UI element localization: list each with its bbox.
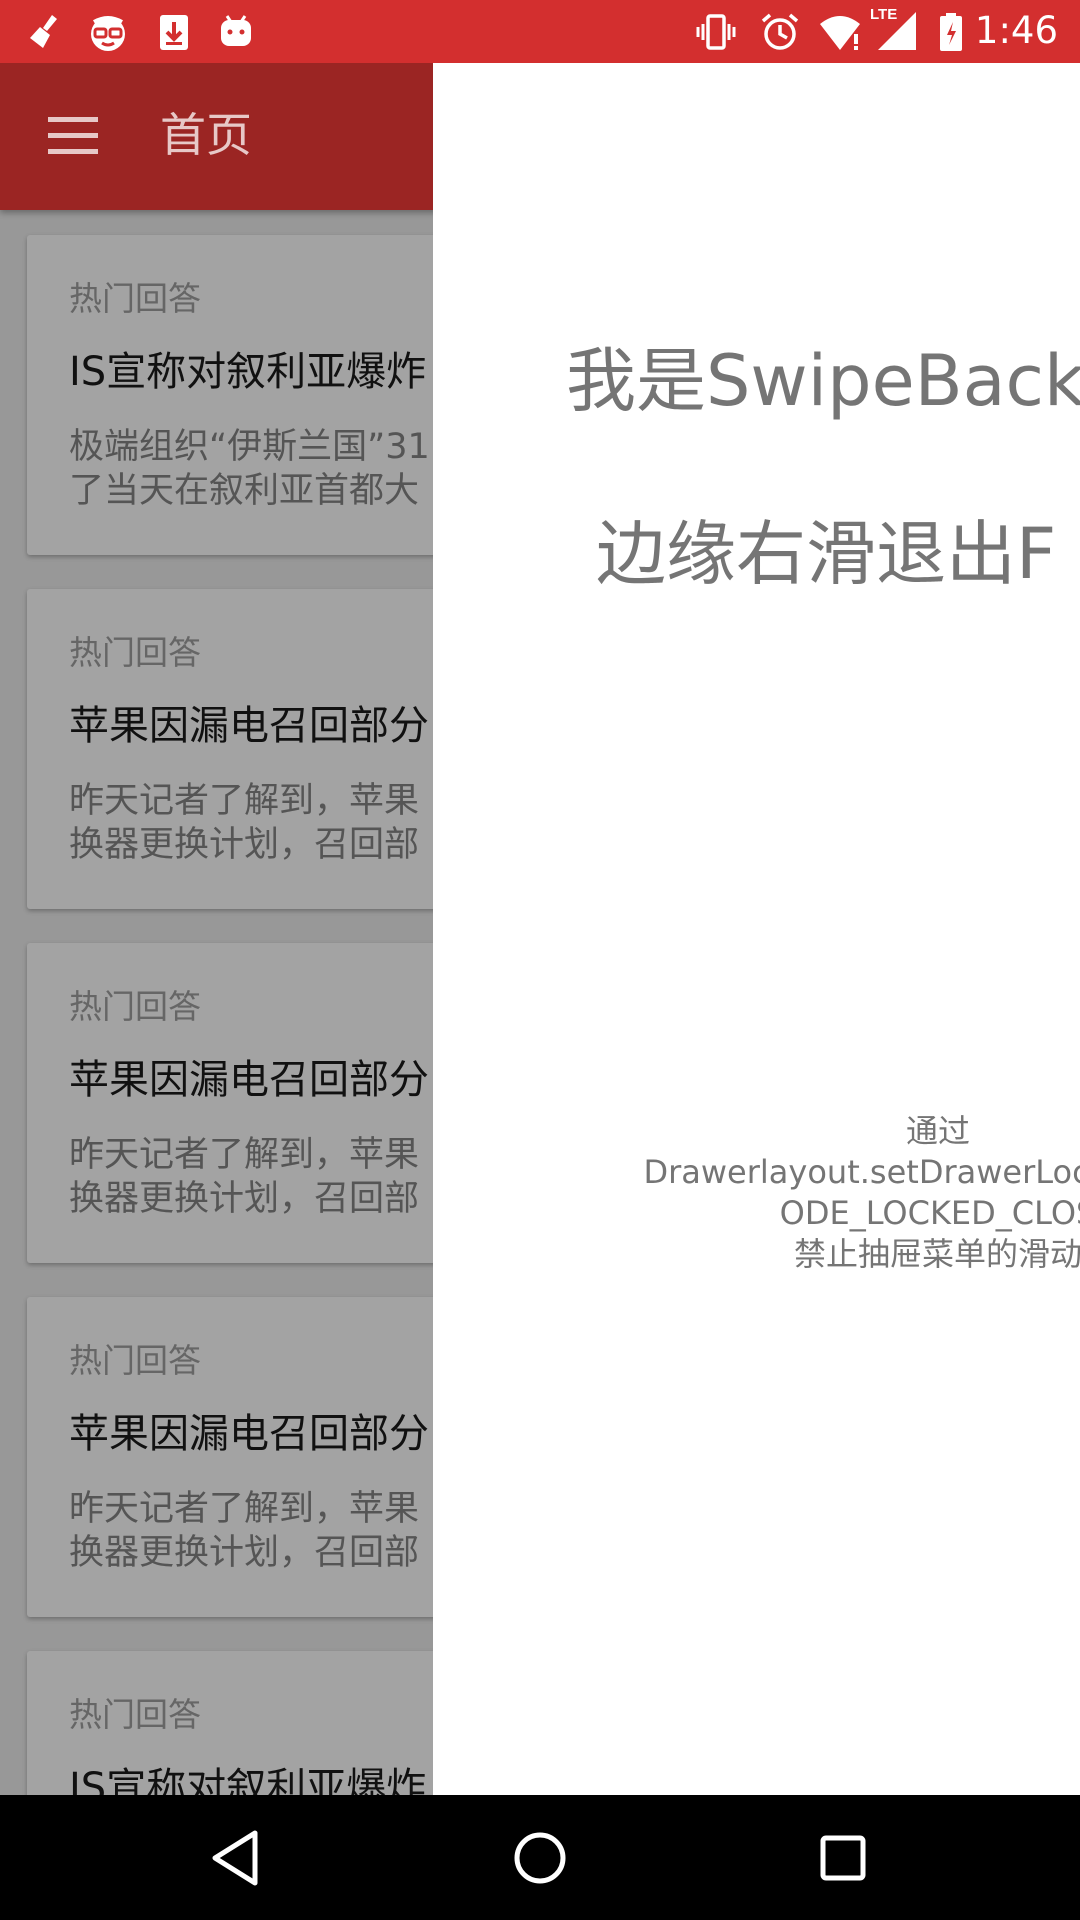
drawer-hint: 通过 Drawerlayout.setDrawerLockMode(D ODE_…: [433, 1111, 1080, 1275]
card-tag: 热门回答: [69, 279, 201, 318]
card-title: 苹果因漏电召回部分: [69, 703, 429, 749]
swipeback-drawer[interactable]: 我是SwipeBackl 边缘右滑退出F 通过 Drawerlayout.set…: [433, 63, 1080, 1795]
drawer-subheading: 边缘右滑退出F: [596, 513, 1057, 595]
card-title: IS宣称对叙利亚爆炸: [69, 1765, 427, 1795]
card-title: 苹果因漏电召回部分: [69, 1057, 429, 1103]
card-tag: 热门回答: [69, 1695, 201, 1734]
lte-label: LTE: [870, 6, 898, 23]
battery-icon: [940, 13, 962, 51]
recents-square-icon[interactable]: [810, 1825, 876, 1891]
screen: LTE 1:46 首页 热门回答 IS宣称对叙利亚爆炸 极端组织“伊斯兰国”31…: [0, 0, 1080, 1920]
hint-line: 禁止抽屉菜单的滑动: [793, 1235, 1080, 1273]
card-title: IS宣称对叙利亚爆炸: [69, 349, 427, 395]
android-icon: [221, 15, 251, 46]
drawer-heading: 我是SwipeBackl: [566, 340, 1080, 422]
hint-line: 通过: [905, 1112, 970, 1150]
card-tag: 热门回答: [69, 987, 201, 1026]
vibrate-icon: [696, 14, 736, 50]
menu-icon[interactable]: [48, 117, 100, 155]
hint-line: ODE_LOCKED_CLOS: [779, 1194, 1080, 1232]
wifi-icon: [820, 16, 860, 50]
back-triangle-icon[interactable]: [203, 1825, 269, 1891]
home-circle-icon[interactable]: [507, 1825, 573, 1891]
lte-signal-icon: LTE: [870, 6, 918, 54]
download-icon: [160, 15, 188, 50]
status-bar: LTE 1:46: [0, 0, 1080, 63]
alarm-icon: [761, 13, 799, 50]
glasses-icon: [91, 16, 125, 51]
card-tag: 热门回答: [69, 1341, 201, 1380]
status-time: 1:46: [974, 9, 1058, 52]
card-title: 苹果因漏电召回部分: [69, 1411, 429, 1457]
hint-line: Drawerlayout.setDrawerLockMode(D: [643, 1153, 1080, 1191]
page-title: 首页: [160, 108, 252, 162]
navigation-bar: [0, 1795, 1080, 1920]
broom-icon: [30, 15, 57, 48]
card-tag: 热门回答: [69, 633, 201, 672]
